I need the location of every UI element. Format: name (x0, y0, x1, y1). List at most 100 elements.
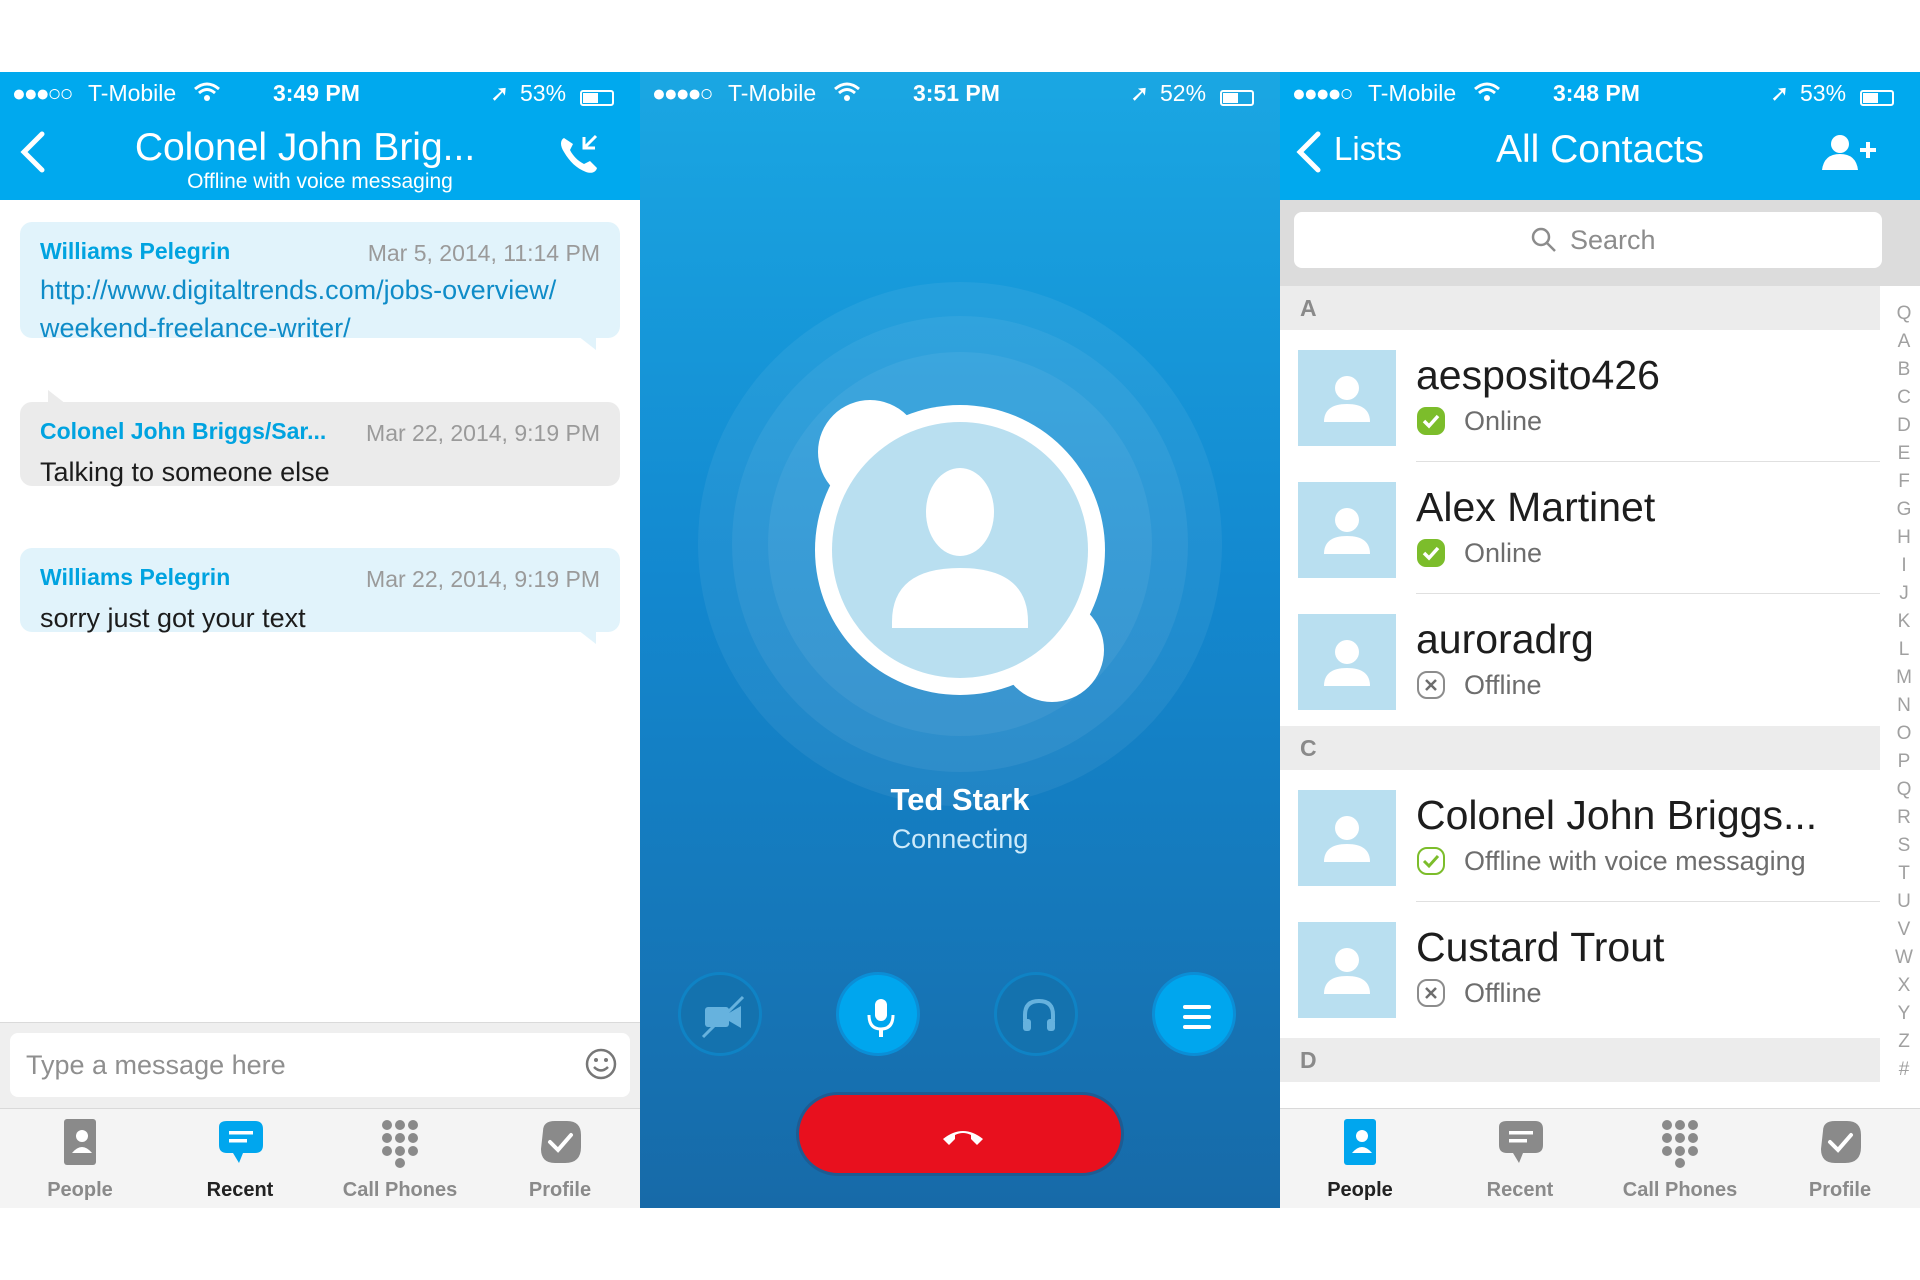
message-time: Mar 22, 2014, 9:19 PM (366, 566, 600, 592)
carrier: T-Mobile (728, 80, 817, 106)
page-title: All Contacts (1495, 128, 1705, 171)
index-letter[interactable]: W (1892, 944, 1916, 972)
audio-route-button[interactable] (994, 972, 1078, 1056)
tab-recent[interactable]: Recent (1440, 1109, 1600, 1208)
contact-row[interactable]: auroradrg Offline (1280, 594, 1880, 726)
end-call-button[interactable] (796, 1092, 1124, 1176)
location-arrow-icon: ➚ (1770, 80, 1790, 106)
dialpad-icon (1655, 1117, 1705, 1169)
index-letter[interactable]: G (1892, 496, 1916, 524)
tab-profile[interactable]: Profile (480, 1109, 640, 1208)
index-letter[interactable]: A (1892, 328, 1916, 356)
chat-screen: ●●●○○ T-Mobile 3:49 PM ➚ 53% Colonel Joh… (0, 72, 640, 1208)
tab-people[interactable]: People (1280, 1109, 1440, 1208)
index-letter[interactable]: K (1892, 608, 1916, 636)
menu-icon (1183, 1005, 1211, 1029)
search-placeholder: Search (1570, 225, 1656, 255)
message-list[interactable]: Williams Pelegrin Mar 5, 2014, 11:14 PM … (0, 200, 640, 1022)
index-letter[interactable]: Y (1892, 1000, 1916, 1028)
message-input[interactable]: Type a message here (10, 1033, 630, 1097)
tab-label: Recent (206, 1179, 274, 1201)
message-link[interactable]: http://www.digitaltrends.com/jobs-overvi… (40, 271, 600, 347)
tab-bar: People Recent Call Phones Profile (0, 1108, 640, 1208)
contact-row[interactable]: Colonel John Briggs... Offline with voic… (1280, 770, 1880, 902)
index-letter[interactable]: B (1892, 356, 1916, 384)
index-letter[interactable]: X (1892, 972, 1916, 1000)
status-bar: ●●●●○ T-Mobile 3:51 PM ➚ 52% (640, 72, 1280, 112)
contact-status: Online (1464, 406, 1543, 436)
index-letter[interactable]: E (1892, 440, 1916, 468)
profile-check-icon (1815, 1117, 1865, 1169)
index-letter[interactable]: S (1892, 832, 1916, 860)
call-menu-button[interactable] (1152, 972, 1236, 1056)
tab-label: People (1327, 1179, 1393, 1201)
index-letter[interactable]: U (1892, 888, 1916, 916)
contact-status: Offline with voice messaging (1464, 846, 1806, 876)
index-letter[interactable]: # (1892, 1056, 1916, 1084)
index-letter[interactable]: L (1892, 636, 1916, 664)
message-bubble[interactable]: Williams Pelegrin Mar 22, 2014, 9:19 PM … (20, 548, 620, 644)
message-bubble[interactable]: Williams Pelegrin Mar 5, 2014, 11:14 PM … (20, 222, 620, 350)
contact-row[interactable]: Custard Trout Offline (1280, 902, 1880, 1034)
back-to-lists-link[interactable]: Lists (1334, 130, 1402, 168)
people-book-icon (55, 1117, 105, 1169)
message-placeholder: Type a message here (26, 1050, 286, 1080)
search-icon (1530, 226, 1558, 254)
index-letter[interactable]: Z (1892, 1028, 1916, 1056)
alphabet-index[interactable]: Q A B C D E F G H I J K L M N O P Q R S T U V W X Y Z # (1892, 300, 1916, 1084)
index-letter[interactable]: C (1892, 384, 1916, 412)
carrier: T-Mobile (1368, 80, 1457, 106)
index-letter[interactable]: N (1892, 692, 1916, 720)
dialpad-icon (375, 1117, 425, 1169)
wifi-icon (194, 81, 220, 108)
people-book-icon (1335, 1117, 1385, 1169)
back-chevron-icon[interactable] (1294, 130, 1322, 183)
location-arrow-icon: ➚ (1130, 80, 1150, 106)
location-arrow-icon: ➚ (490, 80, 510, 106)
battery-percent: 52% (1160, 80, 1207, 106)
index-letter[interactable]: J (1892, 580, 1916, 608)
contact-row[interactable]: Alex Martinet Online (1280, 462, 1880, 594)
tab-call-phones[interactable]: Call Phones (320, 1109, 480, 1208)
message-bubble[interactable]: Colonel John Briggs/Sar... Mar 22, 2014,… (20, 390, 620, 487)
call-phone-icon[interactable] (556, 132, 602, 178)
index-letter[interactable]: I (1892, 552, 1916, 580)
index-letter[interactable]: P (1892, 748, 1916, 776)
signal-dots: ●●●●○ (1292, 80, 1353, 106)
contacts-screen: ●●●●○ T-Mobile 3:48 PM ➚ 53% Lists All C… (1280, 72, 1920, 1208)
index-letter[interactable]: V (1892, 916, 1916, 944)
contact-status: Offline (1464, 670, 1542, 700)
message-time: Mar 22, 2014, 9:19 PM (366, 420, 600, 446)
video-toggle-button[interactable] (678, 972, 762, 1056)
signal-dots: ●●●●○ (652, 80, 713, 106)
conversation-title: Colonel John Brig... (134, 126, 476, 169)
contact-row[interactable]: aesposito426 Online (1280, 330, 1880, 462)
contact-status: Online (1464, 538, 1543, 568)
search-bar-area: Search (1280, 200, 1920, 286)
index-letter[interactable]: Q (1892, 776, 1916, 804)
tab-profile[interactable]: Profile (1760, 1109, 1920, 1208)
index-letter[interactable]: O (1892, 720, 1916, 748)
tab-recent[interactable]: Recent (160, 1109, 320, 1208)
tab-people[interactable]: People (0, 1109, 160, 1208)
online-status-icon (1416, 406, 1446, 436)
index-letter[interactable]: T (1892, 860, 1916, 888)
contact-name: aesposito426 (1416, 352, 1660, 398)
wifi-icon (834, 81, 860, 108)
add-contact-icon[interactable] (1820, 132, 1880, 176)
avatar (1298, 922, 1396, 1018)
tab-call-phones[interactable]: Call Phones (1600, 1109, 1760, 1208)
bubble-tail (48, 390, 66, 404)
index-letter[interactable]: M (1892, 664, 1916, 692)
index-letter[interactable]: H (1892, 524, 1916, 552)
index-letter[interactable]: R (1892, 804, 1916, 832)
index-letter[interactable]: F (1892, 468, 1916, 496)
mute-button[interactable] (836, 972, 920, 1056)
index-letter[interactable]: Q (1892, 300, 1916, 328)
clock: 3:49 PM (273, 80, 360, 106)
index-letter[interactable]: D (1892, 412, 1916, 440)
online-status-icon (1416, 538, 1446, 568)
smiley-icon[interactable] (584, 1047, 618, 1081)
search-input[interactable]: Search (1294, 212, 1882, 268)
back-chevron-icon[interactable] (18, 130, 46, 183)
